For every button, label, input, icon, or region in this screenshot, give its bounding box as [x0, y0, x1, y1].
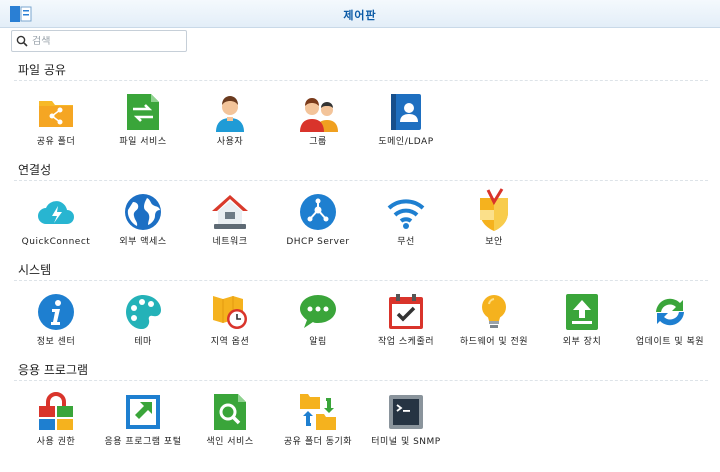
group-icon — [300, 98, 338, 132]
item-label: 그룹 — [309, 137, 327, 147]
item-label: 파일 서비스 — [119, 137, 167, 147]
title-bar: 제어판 — [0, 0, 720, 28]
item-label: 외부 액세스 — [119, 237, 167, 247]
file-services-icon — [127, 94, 159, 130]
item-domain-ldap[interactable]: 도메인/LDAP — [362, 92, 450, 148]
item-label: 사용자 — [216, 137, 244, 147]
item-label: 외부 장치 — [562, 337, 602, 347]
item-label: 정보 센터 — [36, 337, 76, 347]
item-application-portal[interactable]: 응용 프로그램 포털 — [99, 392, 187, 448]
upload-icon — [566, 294, 598, 330]
item-security[interactable]: 보안 — [450, 188, 538, 248]
item-label: 알림 — [309, 337, 327, 347]
dhcp-icon — [300, 194, 336, 230]
item-external-devices[interactable]: 외부 장치 — [538, 292, 626, 348]
item-label: QuickConnect — [21, 237, 91, 247]
item-update-restore[interactable]: 업데이트 및 복원 — [626, 292, 714, 348]
shared-folder-icon — [39, 101, 73, 127]
magnifier-icon — [214, 394, 246, 430]
search-icon — [12, 31, 32, 51]
search-box[interactable] — [11, 30, 187, 52]
section-title-applications: 응용 프로그램 — [18, 363, 89, 377]
house-icon — [212, 195, 248, 229]
section-title-system: 시스템 — [18, 263, 52, 277]
item-theme[interactable]: 테마 — [99, 292, 187, 348]
item-external-access[interactable]: 외부 액세스 — [99, 192, 187, 248]
lightbulb-icon — [482, 295, 506, 328]
section-divider — [14, 380, 708, 381]
item-label: 도메인/LDAP — [378, 137, 434, 147]
item-label: 네트워크 — [212, 237, 248, 247]
folder-sync-icon — [300, 394, 336, 430]
globe-icon — [125, 194, 161, 230]
palette-icon — [126, 295, 161, 329]
quickconnect-icon — [38, 201, 74, 224]
portal-arrow-icon — [126, 395, 160, 429]
item-label: 하드웨어 및 전원 — [459, 337, 529, 347]
item-privileges[interactable]: 사용 권한 — [12, 392, 100, 448]
chat-icon — [300, 295, 336, 328]
item-notification[interactable]: 알림 — [274, 292, 362, 348]
info-icon — [38, 294, 74, 330]
item-label: 업데이트 및 복원 — [635, 337, 705, 347]
section-divider — [14, 80, 708, 81]
terminal-icon — [389, 395, 423, 429]
section-title-connectivity: 연결성 — [18, 163, 52, 177]
item-wireless[interactable]: 무선 — [362, 192, 450, 248]
item-indexing-service[interactable]: 색인 서비스 — [186, 392, 274, 448]
item-file-services[interactable]: 파일 서비스 — [99, 92, 187, 148]
domain-ldap-icon — [391, 94, 421, 130]
lock-icon — [39, 392, 73, 430]
item-info-center[interactable]: 정보 센터 — [12, 292, 100, 348]
item-label: 응용 프로그램 포털 — [104, 437, 182, 447]
item-dhcp-server[interactable]: DHCP Server — [274, 192, 362, 248]
item-label: 작업 스케줄러 — [377, 337, 435, 347]
item-quickconnect[interactable]: QuickConnect — [12, 192, 100, 248]
section-divider — [14, 180, 708, 181]
item-label: 터미널 및 SNMP — [371, 437, 441, 447]
wifi-icon — [387, 199, 425, 229]
refresh-icon — [656, 298, 684, 326]
item-user[interactable]: 사용자 — [186, 92, 274, 148]
item-label: 지역 옵션 — [210, 337, 250, 347]
item-group[interactable]: 그룹 — [274, 92, 362, 148]
item-label: 테마 — [134, 337, 152, 347]
item-regional-options[interactable]: 지역 옵션 — [186, 292, 274, 348]
search-input[interactable] — [32, 35, 182, 47]
window-title: 제어판 — [343, 9, 377, 22]
user-icon — [216, 96, 244, 132]
item-label: 사용 권한 — [36, 437, 76, 447]
item-shared-folder-sync[interactable]: 공유 폴더 동기화 — [274, 392, 362, 448]
item-label: 공유 폴더 동기화 — [283, 437, 353, 447]
item-task-scheduler[interactable]: 작업 스케줄러 — [362, 292, 450, 348]
calendar-check-icon — [389, 294, 423, 329]
item-label: 색인 서비스 — [206, 437, 254, 447]
item-hardware-power[interactable]: 하드웨어 및 전원 — [450, 292, 538, 348]
item-label: DHCP Server — [286, 237, 350, 247]
map-clock-icon — [213, 296, 247, 329]
item-shared-folder[interactable]: 공유 폴더 — [12, 92, 100, 148]
section-title-file-sharing: 파일 공유 — [18, 63, 66, 77]
item-label: 공유 폴더 — [36, 137, 76, 147]
item-label: 무선 — [397, 237, 415, 247]
item-network[interactable]: 네트워크 — [186, 192, 274, 248]
item-label: 보안 — [485, 237, 503, 247]
item-terminal-snmp[interactable]: 터미널 및 SNMP — [362, 392, 450, 448]
section-divider — [14, 280, 708, 281]
shield-icon — [480, 188, 508, 231]
